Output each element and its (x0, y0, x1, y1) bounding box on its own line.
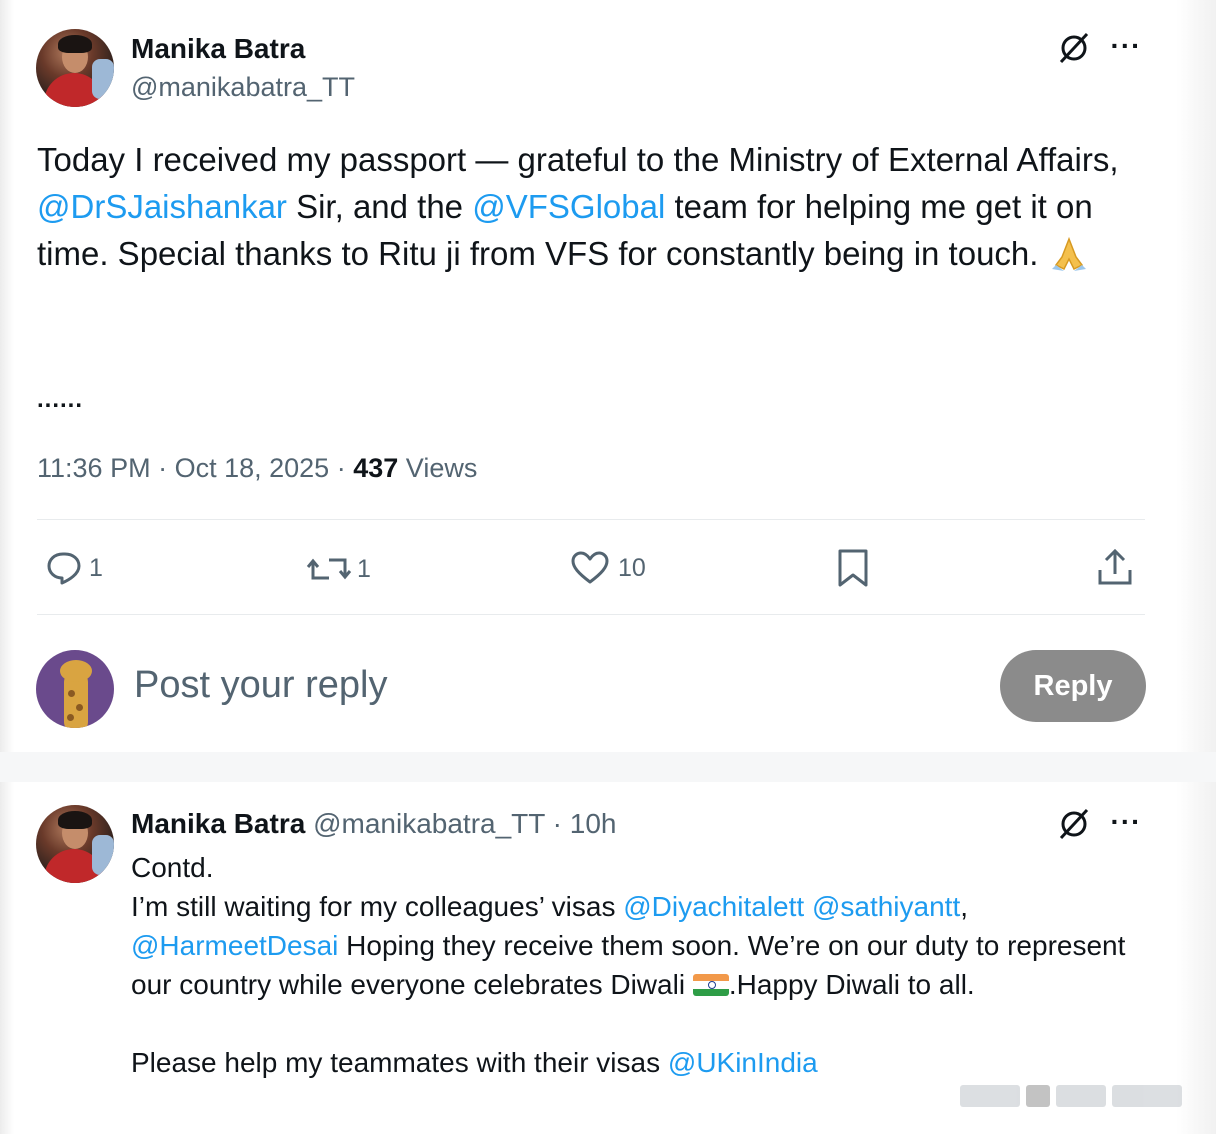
tweet-time[interactable]: 11:36 PM (37, 453, 151, 483)
thread-paragraph: I’m still waiting for my colleagues’ vis… (131, 887, 1151, 1004)
mention-link[interactable]: @sathiyantt (812, 891, 960, 922)
bookmark-icon (838, 549, 868, 587)
reply-button[interactable]: Reply (1000, 650, 1146, 722)
mention-link[interactable]: @DrSJaishankar (37, 188, 287, 225)
user-avatar[interactable] (36, 650, 114, 728)
divider (37, 614, 1145, 615)
repost-icon (306, 558, 352, 580)
page-edge-left (0, 0, 14, 1134)
repost-action[interactable]: 1 (305, 552, 371, 586)
like-action[interactable]: 10 (570, 550, 646, 586)
india-flag-icon (692, 974, 729, 996)
author-handle[interactable]: @manikabatra_TT (131, 72, 355, 103)
views-count: 437 (353, 453, 399, 483)
tweet-age[interactable]: 10h (570, 808, 617, 839)
reply-count: 1 (89, 553, 103, 582)
author-name[interactable]: Manika Batra (131, 33, 305, 65)
grok-icon[interactable] (1054, 804, 1094, 844)
thread-text-part: , (960, 891, 969, 922)
author-avatar[interactable] (36, 29, 114, 107)
more-icon[interactable]: ··· (1106, 804, 1146, 840)
grok-icon[interactable] (1054, 28, 1094, 68)
share-action[interactable] (1096, 548, 1134, 588)
tweet-date[interactable]: Oct 18, 2025 (175, 453, 330, 483)
mention-link[interactable]: @UKinIndia (668, 1047, 818, 1078)
show-more-ellipsis: ...... (37, 386, 84, 413)
divider (37, 519, 1145, 520)
thread-header: Manika Batra @manikabatra_TT · 10h (131, 808, 617, 839)
folded-hands-icon (1048, 231, 1090, 278)
tweet-text-part: Today I received my passport — grateful … (37, 141, 1119, 178)
bookmark-action[interactable] (836, 548, 870, 588)
author-name[interactable]: Manika Batra (131, 808, 305, 839)
share-icon (1098, 548, 1132, 585)
views-label: Views (405, 453, 478, 483)
reply-action[interactable]: 1 (45, 550, 103, 586)
like-count: 10 (618, 553, 646, 582)
separator-band (0, 752, 1216, 782)
reply-icon (47, 552, 81, 585)
thread-text: Contd. I’m still waiting for my colleagu… (131, 848, 1151, 1082)
mention-link[interactable]: @Diyachitalett (623, 891, 804, 922)
page-edge-right (1176, 0, 1216, 1134)
reply-composer: Post your reply Reply (36, 650, 1146, 730)
thread-text-part: I’m still waiting for my colleagues’ vis… (131, 891, 624, 922)
tweet-text-part: Sir, and the (286, 188, 473, 225)
thread-text-part: Please help my teammates with their visa… (131, 1047, 668, 1078)
tweet-text: Today I received my passport — grateful … (37, 136, 1149, 278)
watermark (960, 1076, 1190, 1116)
mention-link[interactable]: @VFSGlobal (472, 188, 665, 225)
repost-count: 1 (357, 554, 371, 583)
mention-link[interactable]: @HarmeetDesai (131, 930, 338, 961)
more-icon[interactable]: ··· (1106, 28, 1146, 64)
thread-text-part: .Happy Diwali to all. (728, 969, 975, 1000)
author-avatar[interactable] (36, 805, 114, 883)
author-handle[interactable]: @manikabatra_TT (313, 808, 545, 839)
tweet-meta: 11:36 PM · Oct 18, 2025 · 437 Views (37, 453, 478, 483)
thread-line: Contd. (131, 852, 214, 883)
reply-input[interactable]: Post your reply (134, 664, 387, 707)
heart-icon (571, 551, 609, 584)
